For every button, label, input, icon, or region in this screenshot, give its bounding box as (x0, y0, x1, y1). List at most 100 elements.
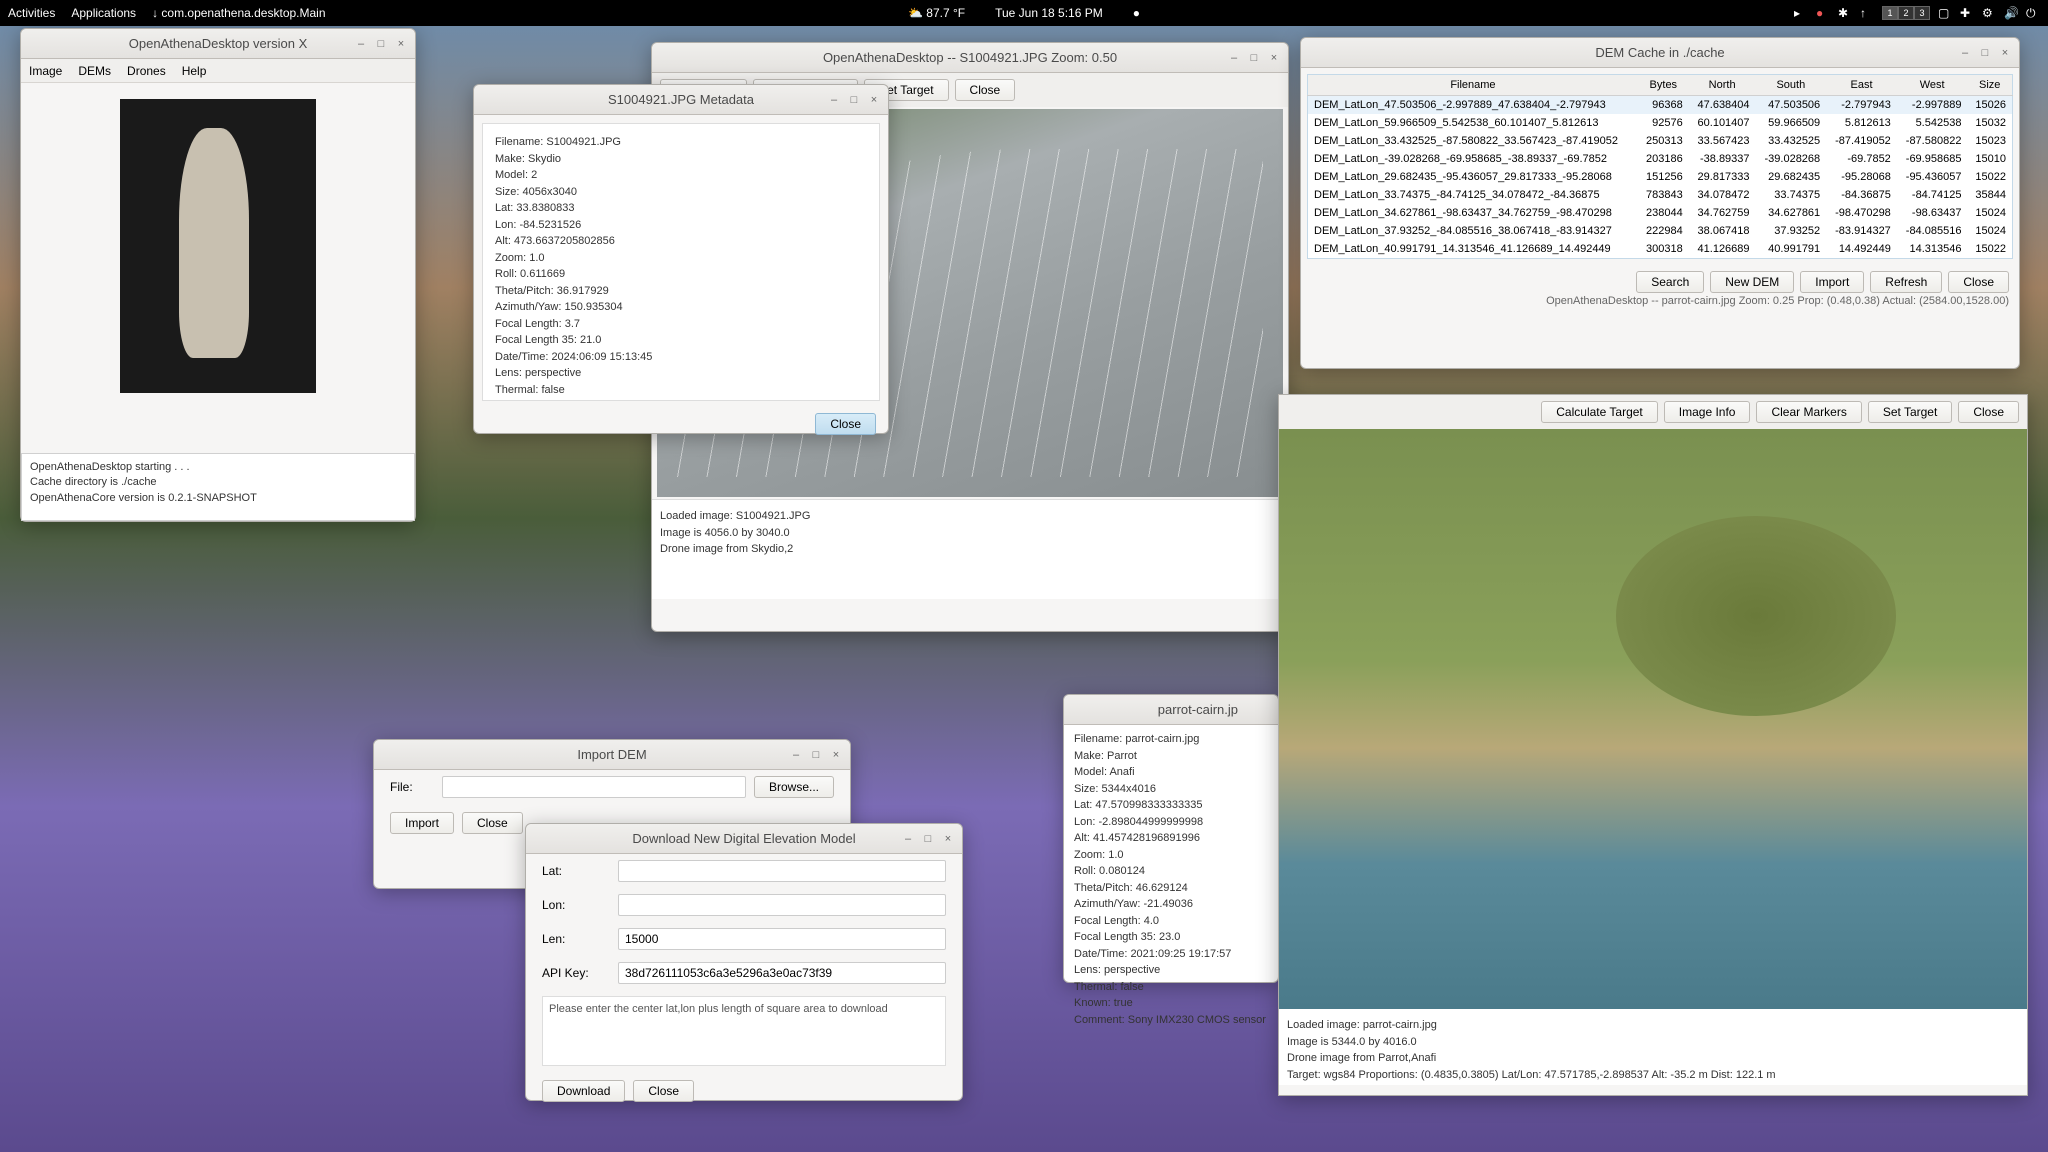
table-row[interactable]: DEM_LatLon_-39.028268_-69.958685_-38.893… (1308, 150, 2013, 168)
import-dem-titlebar[interactable]: Import DEM – □ × (374, 740, 850, 770)
volume-icon[interactable]: 🔊 (2004, 6, 2018, 20)
workspace-1[interactable]: 1 (1882, 6, 1898, 20)
viewer1-log: Loaded image: S1004921.JPG Image is 4056… (652, 499, 1288, 599)
metadata-titlebar[interactable]: S1004921.JPG Metadata – □ × (474, 85, 888, 115)
workspace-2[interactable]: 2 (1898, 6, 1914, 20)
download-dem-titlebar[interactable]: Download New Digital Elevation Model – □… (526, 824, 962, 854)
import-button[interactable]: Import (1800, 271, 1864, 293)
close-button[interactable]: Close (1948, 271, 2009, 293)
applications-button[interactable]: Applications (71, 6, 136, 20)
browse-button[interactable]: Browse... (754, 776, 834, 798)
table-row[interactable]: DEM_LatLon_33.432525_-87.580822_33.56742… (1308, 132, 2013, 150)
image-info-button[interactable]: Image Info (1664, 401, 1751, 423)
minimize-button[interactable]: – (788, 747, 804, 763)
import-button[interactable]: Import (390, 812, 454, 834)
column-header[interactable]: West (1897, 75, 1968, 96)
table-row[interactable]: DEM_LatLon_59.966509_5.542538_60.101407_… (1308, 114, 2013, 132)
close-button[interactable]: × (1266, 50, 1282, 66)
table-row[interactable]: DEM_LatLon_40.991791_14.313546_41.126689… (1308, 240, 2013, 259)
aerial-image-cairn[interactable] (1279, 429, 2027, 1009)
set-target-button[interactable]: Set Target (1868, 401, 1952, 423)
new-dem-button[interactable]: New DEM (1710, 271, 1794, 293)
bluetooth-icon[interactable]: ✱ (1838, 6, 1852, 20)
metadata-close-button[interactable]: Close (815, 413, 876, 435)
close-button[interactable]: Close (955, 79, 1016, 101)
athena-titlebar[interactable]: OpenAthenaDesktop version X – □ × (21, 29, 415, 59)
close-button[interactable]: × (828, 747, 844, 763)
dem-cache-table: FilenameBytesNorthSouthEastWestSize DEM_… (1307, 74, 2013, 259)
recording-dot: ● (1133, 6, 1140, 20)
menu-dems[interactable]: DEMs (78, 64, 111, 78)
maximize-button[interactable]: □ (846, 92, 862, 108)
viewer2-log: Loaded image: parrot-cairn.jpgImage is 5… (1279, 1009, 2027, 1085)
menu-image[interactable]: Image (29, 64, 62, 78)
weather-indicator[interactable]: ⛅ 87.7 °F (908, 6, 965, 20)
parrot-metadata-content: Filename: parrot-cairn.jpgMake: ParrotMo… (1064, 725, 1278, 1034)
workspace-indicator[interactable]: 1 2 3 (1882, 6, 1930, 20)
download-button[interactable]: Download (542, 1080, 625, 1102)
menu-help[interactable]: Help (182, 64, 207, 78)
table-row[interactable]: DEM_LatLon_29.682435_-95.436057_29.81733… (1308, 168, 2013, 186)
athena-menubar: Image DEMs Drones Help (21, 59, 415, 83)
recorder-icon[interactable]: ● (1816, 6, 1830, 20)
table-row[interactable]: DEM_LatLon_34.627861_-98.63437_34.762759… (1308, 204, 2013, 222)
athena-log: OpenAthenaDesktop starting . . . Cache d… (21, 453, 415, 521)
minimize-button[interactable]: – (353, 36, 369, 52)
column-header[interactable]: Filename (1308, 75, 1638, 96)
parrot-meta-titlebar[interactable]: parrot-cairn.jp (1064, 695, 1278, 725)
refresh-button[interactable]: Refresh (1870, 271, 1942, 293)
calculate-target-button[interactable]: Calculate Target (1541, 401, 1658, 423)
close-button[interactable]: × (1997, 45, 2013, 61)
close-button[interactable]: × (866, 92, 882, 108)
table-row[interactable]: DEM_LatLon_37.93252_-84.085516_38.067418… (1308, 222, 2013, 240)
network-icon[interactable]: ⚙ (1982, 6, 1996, 20)
maximize-button[interactable]: □ (1977, 45, 1993, 61)
menu-drones[interactable]: Drones (127, 64, 166, 78)
column-header[interactable]: South (1756, 75, 1827, 96)
image-viewer-parrot: Calculate Target Image InfoClear Markers S… (1278, 394, 2028, 1096)
close-button[interactable]: Close (633, 1080, 694, 1102)
maximize-button[interactable]: □ (920, 831, 936, 847)
caffeine-icon[interactable]: ↑ (1860, 6, 1874, 20)
close-button[interactable]: Close (1958, 401, 2019, 423)
dem-cache-window: DEM Cache in ./cache – □ × FilenameBytes… (1300, 37, 2020, 369)
search-button[interactable]: Search (1636, 271, 1704, 293)
lon-input[interactable] (618, 894, 946, 916)
minimize-button[interactable]: – (1957, 45, 1973, 61)
apikey-input[interactable] (618, 962, 946, 984)
viewer1-titlebar[interactable]: OpenAthenaDesktop -- S1004921.JPG Zoom: … (652, 43, 1288, 73)
browser-icon[interactable]: ▸ (1794, 6, 1808, 20)
metadata-dialog: S1004921.JPG Metadata – □ × Filename: S1… (473, 84, 889, 434)
file-input[interactable] (442, 776, 746, 798)
minimize-button[interactable]: – (1226, 50, 1242, 66)
close-button[interactable]: × (393, 36, 409, 52)
close-button[interactable]: Close (462, 812, 523, 834)
clear-markers-button[interactable]: Clear Markers (1756, 401, 1861, 423)
column-header[interactable]: East (1826, 75, 1897, 96)
table-row[interactable]: DEM_LatLon_47.503506_-2.997889_47.638404… (1308, 96, 2013, 115)
maximize-button[interactable]: □ (373, 36, 389, 52)
workspace-3[interactable]: 3 (1914, 6, 1930, 20)
column-header[interactable]: Size (1967, 75, 2012, 96)
clock[interactable]: Tue Jun 18 5:16 PM (995, 6, 1103, 20)
column-header[interactable]: North (1689, 75, 1756, 96)
athena-main-window: OpenAthenaDesktop version X – □ × Image … (20, 28, 416, 522)
table-row[interactable]: DEM_LatLon_33.74375_-84.74125_34.078472_… (1308, 186, 2013, 204)
minimize-button[interactable]: – (900, 831, 916, 847)
process-indicator[interactable]: ↓ com.openathena.desktop.Main (152, 6, 325, 20)
lat-input[interactable] (618, 860, 946, 882)
minimize-button[interactable]: – (826, 92, 842, 108)
power-icon[interactable]: ⏻ (2026, 6, 2040, 20)
activities-button[interactable]: Activities (8, 6, 55, 20)
parrot-metadata-dialog: parrot-cairn.jp Filename: parrot-cairn.j… (1063, 694, 1279, 983)
download-prompt: Please enter the center lat,lon plus len… (542, 996, 946, 1066)
dem-cache-titlebar[interactable]: DEM Cache in ./cache – □ × (1301, 38, 2019, 68)
window-icon[interactable]: ▢ (1938, 6, 1952, 20)
len-input[interactable] (618, 928, 946, 950)
maximize-button[interactable]: □ (1246, 50, 1262, 66)
accessibility-icon[interactable]: ✚ (1960, 6, 1974, 20)
viewer2-toolbar: Calculate Target Image InfoClear Markers S… (1279, 395, 2027, 429)
maximize-button[interactable]: □ (808, 747, 824, 763)
close-button[interactable]: × (940, 831, 956, 847)
column-header[interactable]: Bytes (1638, 75, 1689, 96)
